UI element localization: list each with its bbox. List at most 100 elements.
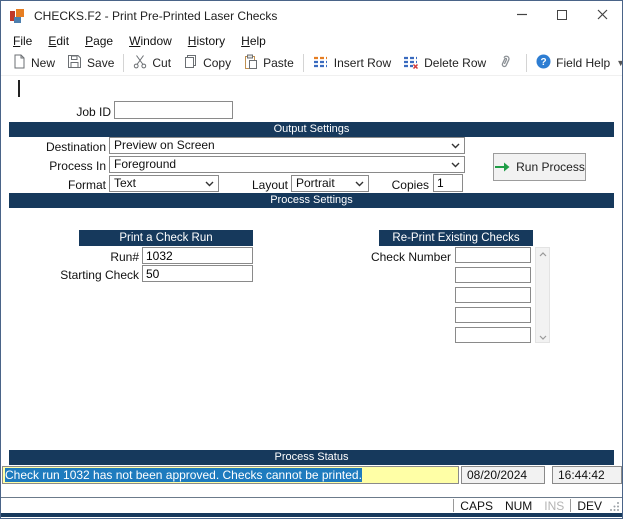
copy-label: Copy bbox=[203, 56, 232, 70]
field-help-button[interactable]: ? Field Help bbox=[530, 52, 616, 74]
window-title: CHECKS.F2 - Print Pre-Printed Laser Chec… bbox=[34, 9, 278, 23]
check-number-input-4[interactable] bbox=[455, 307, 531, 323]
process-in-label: Process In bbox=[49, 159, 106, 173]
chevron-down-icon bbox=[451, 162, 460, 168]
check-number-scrollbar[interactable] bbox=[535, 247, 550, 343]
app-window: CHECKS.F2 - Print Pre-Printed Laser Chec… bbox=[0, 0, 623, 519]
field-help-label: Field Help bbox=[556, 56, 611, 70]
copy-icon bbox=[183, 54, 198, 72]
ins-indicator: INS bbox=[544, 498, 565, 513]
caps-indicator: CAPS bbox=[460, 498, 493, 513]
field-help-icon: ? bbox=[536, 54, 551, 72]
process-in-dropdown[interactable]: Foreground bbox=[109, 156, 465, 173]
status-time-field: 16:44:42 bbox=[552, 466, 622, 484]
destination-dropdown[interactable]: Preview on Screen bbox=[109, 137, 465, 154]
check-number-label: Check Number bbox=[370, 250, 451, 264]
copy-button[interactable]: Copy bbox=[177, 52, 237, 74]
destination-value: Preview on Screen bbox=[114, 138, 215, 152]
toolbar-separator bbox=[302, 54, 304, 72]
app-icon bbox=[10, 8, 26, 24]
window-bottom-edge bbox=[1, 513, 622, 517]
delete-row-label: Delete Row bbox=[424, 56, 487, 70]
run-arrow-icon bbox=[495, 162, 510, 172]
format-dropdown[interactable]: Text bbox=[109, 175, 219, 192]
svg-text:?: ? bbox=[541, 57, 547, 68]
new-button[interactable]: New bbox=[6, 52, 61, 74]
status-bar: CAPS NUM INS DEV bbox=[1, 497, 622, 513]
starting-check-label: Starting Check bbox=[60, 268, 139, 282]
scroll-up-icon[interactable] bbox=[539, 248, 547, 259]
delete-row-icon bbox=[403, 55, 419, 72]
save-label: Save bbox=[87, 56, 115, 70]
maximize-button[interactable] bbox=[542, 1, 582, 31]
paperclip-icon bbox=[498, 54, 512, 72]
check-number-input-5[interactable] bbox=[455, 327, 531, 343]
check-number-input-2[interactable] bbox=[455, 267, 531, 283]
attachment-button[interactable] bbox=[492, 52, 523, 74]
layout-label: Layout bbox=[251, 178, 288, 192]
paste-label: Paste bbox=[263, 56, 294, 70]
toolbar-overflow-button[interactable]: ▼ bbox=[616, 58, 622, 68]
maximize-icon bbox=[557, 7, 567, 25]
cut-icon bbox=[133, 54, 147, 72]
chevron-down-icon bbox=[205, 181, 214, 187]
layout-value: Portrait bbox=[296, 176, 335, 190]
resize-grip[interactable] bbox=[610, 500, 620, 514]
menu-bar: File Edit Page Window History Help bbox=[1, 31, 622, 51]
process-status-message-field[interactable]: Check run 1032 has not been approved. Ch… bbox=[2, 466, 459, 484]
destination-label: Destination bbox=[45, 140, 106, 154]
output-settings-header: Output Settings bbox=[9, 122, 614, 137]
check-number-input-3[interactable] bbox=[455, 287, 531, 303]
minimize-button[interactable] bbox=[502, 1, 542, 31]
paste-button[interactable]: Paste bbox=[237, 52, 300, 74]
process-in-value: Foreground bbox=[114, 157, 177, 171]
text-caret bbox=[18, 80, 20, 97]
chevron-down-icon: ▼ bbox=[616, 58, 622, 68]
insert-row-label: Insert Row bbox=[333, 56, 392, 70]
window-controls bbox=[502, 1, 622, 31]
status-message-text: Check run 1032 has not been approved. Ch… bbox=[5, 468, 362, 482]
menu-file[interactable]: File bbox=[5, 32, 40, 50]
starting-check-input[interactable] bbox=[142, 265, 253, 282]
run-process-button[interactable]: Run Process bbox=[493, 153, 586, 181]
job-id-label: Job ID bbox=[76, 105, 111, 119]
menu-history[interactable]: History bbox=[180, 32, 233, 50]
close-button[interactable] bbox=[582, 1, 622, 31]
toolbar-separator bbox=[526, 54, 528, 72]
delete-row-button[interactable]: Delete Row bbox=[397, 52, 492, 74]
title-bar: CHECKS.F2 - Print Pre-Printed Laser Chec… bbox=[1, 1, 622, 31]
process-status-header: Process Status bbox=[9, 450, 614, 465]
paste-icon bbox=[243, 54, 258, 72]
copies-input[interactable] bbox=[433, 174, 463, 192]
menu-window[interactable]: Window bbox=[121, 32, 180, 50]
dev-indicator: DEV bbox=[577, 498, 602, 513]
save-button[interactable]: Save bbox=[61, 52, 120, 74]
chevron-down-icon bbox=[451, 143, 460, 149]
insert-row-icon bbox=[313, 55, 329, 72]
process-settings-header: Process Settings bbox=[9, 193, 614, 208]
run-process-label: Run Process bbox=[516, 160, 585, 174]
close-icon bbox=[597, 7, 608, 25]
scroll-down-icon[interactable] bbox=[539, 331, 547, 342]
menu-edit[interactable]: Edit bbox=[40, 32, 77, 50]
insert-row-button[interactable]: Insert Row bbox=[307, 52, 397, 74]
toolbar-separator bbox=[123, 54, 125, 72]
menu-help[interactable]: Help bbox=[233, 32, 274, 50]
menu-page[interactable]: Page bbox=[77, 32, 121, 50]
format-label: Format bbox=[67, 178, 106, 192]
run-number-input[interactable] bbox=[142, 247, 253, 264]
cut-label: Cut bbox=[152, 56, 172, 70]
chevron-down-icon bbox=[355, 181, 364, 187]
print-check-run-header: Print a Check Run bbox=[79, 230, 253, 246]
layout-dropdown[interactable]: Portrait bbox=[291, 175, 369, 192]
job-id-input[interactable] bbox=[114, 101, 233, 119]
save-icon bbox=[67, 54, 82, 72]
num-indicator: NUM bbox=[504, 498, 533, 513]
format-value: Text bbox=[114, 176, 137, 190]
copies-label: Copies bbox=[391, 178, 429, 192]
new-document-icon bbox=[12, 54, 26, 72]
new-label: New bbox=[31, 56, 56, 70]
check-number-input-1[interactable] bbox=[455, 247, 531, 263]
cut-button[interactable]: Cut bbox=[127, 52, 177, 74]
run-number-label: Run# bbox=[110, 250, 139, 264]
